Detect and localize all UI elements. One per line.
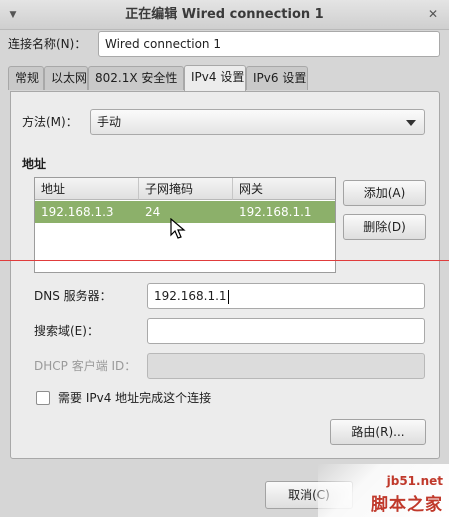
tab-ipv6-settings[interactable]: IPv6 设置 (246, 66, 308, 90)
row-address[interactable]: 192.168.1.3 (35, 201, 139, 223)
routes-button[interactable]: 路由(R)... (330, 419, 426, 445)
dhcp-client-id-input (147, 353, 425, 379)
method-label: 方法(M)： (22, 115, 78, 129)
row-netmask[interactable]: 24 (139, 201, 233, 223)
address-section-title: 地址 (22, 157, 47, 171)
watermark-name: 脚本之家 (371, 495, 443, 515)
dhcp-client-id-label: DHCP 客户端 ID： (34, 359, 137, 373)
dns-server-label: DNS 服务器： (34, 289, 112, 303)
tab-ipv4-settings[interactable]: IPv4 设置 (184, 65, 246, 91)
mouse-pointer-icon (170, 218, 186, 239)
method-dropdown-value: 手动 (97, 115, 122, 129)
column-header-address[interactable]: 地址 (35, 178, 139, 200)
row-gateway[interactable]: 192.168.1.1 (233, 201, 335, 223)
column-header-gateway[interactable]: 网关 (233, 178, 335, 200)
red-guide-line (0, 260, 449, 261)
connection-name-input[interactable]: Wired connection 1 (98, 31, 440, 57)
tab-ethernet[interactable]: 以太网 (44, 66, 88, 90)
window-title: 正在编辑 Wired connection 1 (125, 7, 324, 22)
delete-address-button[interactable]: 删除(D) (343, 214, 426, 240)
tab-8021x-security[interactable]: 802.1X 安全性 (88, 66, 184, 90)
require-ipv4-checkbox[interactable] (36, 391, 50, 405)
method-dropdown[interactable]: 手动 (90, 109, 425, 135)
search-domain-input[interactable] (147, 318, 425, 344)
require-ipv4-label[interactable]: 需要 IPv4 地址完成这个连接 (58, 391, 211, 405)
text-cursor (227, 289, 229, 304)
chevron-down-icon (406, 120, 416, 126)
watermark: jb51.net 脚本之家 (318, 464, 449, 517)
close-icon[interactable]: ✕ (424, 5, 442, 23)
tab-general[interactable]: 常规 (8, 66, 44, 90)
search-domain-label: 搜索域(E)： (34, 324, 99, 338)
connection-name-label: 连接名称(N)： (8, 37, 87, 51)
add-address-button[interactable]: 添加(A) (343, 180, 426, 206)
column-header-netmask[interactable]: 子网掩码 (139, 178, 233, 200)
watermark-site: jb51.net (386, 474, 443, 488)
dns-server-input[interactable]: 192.168.1.1 (147, 283, 425, 309)
dns-server-value: 192.168.1.1 (154, 289, 227, 303)
